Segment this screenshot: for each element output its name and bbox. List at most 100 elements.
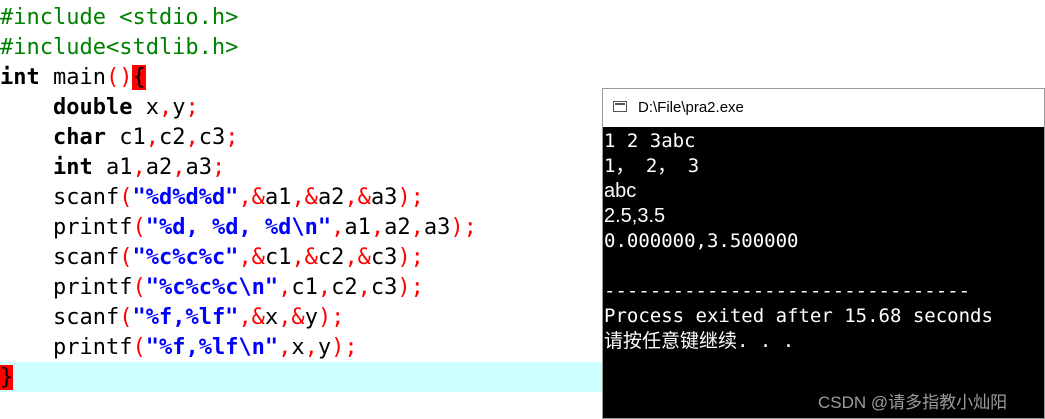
- symbol: ,&: [344, 185, 371, 210]
- identifier: y: [172, 95, 186, 120]
- symbol: );: [397, 185, 424, 210]
- keyword: double: [52, 95, 133, 120]
- identifier: c2: [158, 125, 186, 150]
- identifier: a3: [423, 215, 451, 240]
- symbol: (: [132, 275, 146, 300]
- string-literal: "%d, %d, %d\n": [145, 215, 332, 240]
- identifier: a2: [145, 155, 173, 180]
- symbol: (: [132, 335, 146, 360]
- symbol: );: [331, 335, 358, 360]
- console-output-line: 0.000000,3.500000: [604, 230, 799, 252]
- keyword: int: [52, 155, 93, 180]
- symbol: ,&: [278, 305, 305, 330]
- console-output-line: Process exited after 15.68 seconds: [604, 305, 993, 327]
- console-titlebar[interactable]: D:\File\pra2.exe: [603, 89, 1044, 127]
- console-window-icon: [613, 101, 627, 112]
- string-literal: "%d%d%d": [132, 185, 239, 210]
- identifier: main: [39, 65, 106, 90]
- identifier: c3: [198, 125, 226, 150]
- identifier: y: [304, 305, 318, 330]
- function-call: printf: [52, 335, 133, 360]
- identifier: y: [317, 335, 332, 360]
- identifier: a1: [264, 185, 292, 210]
- console-output-line: 2.5,3.5: [604, 205, 666, 227]
- symbol: ,: [158, 95, 173, 120]
- identifier: x: [291, 335, 305, 360]
- identifier: c3: [370, 245, 398, 270]
- identifier: x: [264, 305, 279, 330]
- code-line-2: #include<stdlib.h>: [0, 33, 238, 63]
- symbol: ,: [304, 335, 318, 360]
- identifier: c3: [370, 275, 398, 300]
- symbol: );: [317, 305, 345, 330]
- function-call: scanf: [52, 185, 120, 210]
- symbol: ,&: [238, 185, 265, 210]
- symbol: ;: [185, 95, 199, 120]
- identifier: a1: [92, 155, 133, 180]
- identifier: x: [132, 95, 159, 120]
- code-line-4: double x,y;: [0, 93, 199, 123]
- symbol: ,&: [291, 185, 318, 210]
- symbol: ,: [331, 215, 345, 240]
- console-title: D:\File\pra2.exe: [638, 99, 744, 116]
- console-output-line: abc: [604, 180, 637, 202]
- console-window[interactable]: D:\File\pra2.exe 1 2 3abc 1， 2， 3 abc 2.…: [602, 88, 1045, 419]
- string-literal: "%c%c%c": [132, 245, 239, 270]
- identifier: c1: [264, 245, 292, 270]
- preprocessor-directive: #include <stdio.h>: [0, 5, 239, 30]
- identifier: c2: [331, 275, 358, 300]
- function-call: scanf: [52, 245, 120, 270]
- symbol: (: [119, 305, 133, 330]
- symbol: ,&: [238, 245, 265, 270]
- symbol: (): [105, 65, 133, 90]
- symbol: );: [450, 215, 477, 240]
- symbol: ,: [172, 155, 186, 180]
- symbol: ,&: [238, 305, 265, 330]
- symbol: );: [397, 275, 424, 300]
- keyword: int: [0, 65, 40, 90]
- console-prompt-line: 请按任意键继续. . .: [604, 330, 795, 352]
- function-call: printf: [52, 215, 133, 240]
- code-line-8: printf("%d, %d, %d\n",a1,a2,a3);: [0, 213, 477, 243]
- symbol: ,: [278, 275, 292, 300]
- symbol: );: [397, 245, 424, 270]
- code-line-9: scanf("%c%c%c",&c1,&c2,&c3);: [0, 243, 424, 273]
- code-line-10: printf("%c%c%c\n",c1,c2,c3);: [0, 273, 424, 303]
- symbol: (: [132, 215, 146, 240]
- symbol: ,: [357, 275, 371, 300]
- symbol: ,: [370, 215, 385, 240]
- symbol: (: [119, 245, 133, 270]
- csdn-watermark: CSDN @请多指教小灿阳: [818, 393, 1008, 412]
- console-output-line: 1 2 3abc: [604, 130, 696, 152]
- identifier: c1: [291, 275, 318, 300]
- code-line-12: printf("%f,%lf\n",x,y);: [0, 333, 358, 363]
- identifier: a2: [317, 185, 345, 210]
- identifier: a3: [370, 185, 398, 210]
- string-literal: "%f,%lf\n": [145, 335, 279, 360]
- keyword: char: [52, 125, 106, 150]
- code-line-6: int a1,a2,a3;: [0, 153, 225, 183]
- code-line-13: }: [0, 363, 14, 393]
- preprocessor-directive: #include<stdlib.h>: [0, 35, 239, 60]
- function-call: printf: [52, 275, 133, 300]
- identifier: c2: [317, 245, 345, 270]
- matched-brace: }: [0, 365, 14, 390]
- code-line-5: char c1,c2,c3;: [0, 123, 238, 153]
- function-call: scanf: [52, 305, 120, 330]
- symbol: (: [119, 185, 133, 210]
- identifier: c1: [105, 125, 146, 150]
- identifier: a1: [344, 215, 371, 240]
- string-literal: "%c%c%c\n": [145, 275, 279, 300]
- symbol: ,&: [344, 245, 371, 270]
- symbol: ,: [410, 215, 424, 240]
- symbol: ,: [145, 125, 159, 150]
- code-line-7: scanf("%d%d%d",&a1,&a2,&a3);: [0, 183, 424, 213]
- symbol: ,: [278, 335, 292, 360]
- code-line-11: scanf("%f,%lf",&x,&y);: [0, 303, 344, 333]
- symbol: ,&: [291, 245, 318, 270]
- string-literal: "%f,%lf": [132, 305, 239, 330]
- console-separator: --------------------------------: [604, 280, 971, 302]
- console-output-line: 1， 2， 3: [604, 155, 700, 177]
- code-line-1: #include <stdio.h>: [0, 3, 238, 33]
- symbol: ,: [185, 125, 199, 150]
